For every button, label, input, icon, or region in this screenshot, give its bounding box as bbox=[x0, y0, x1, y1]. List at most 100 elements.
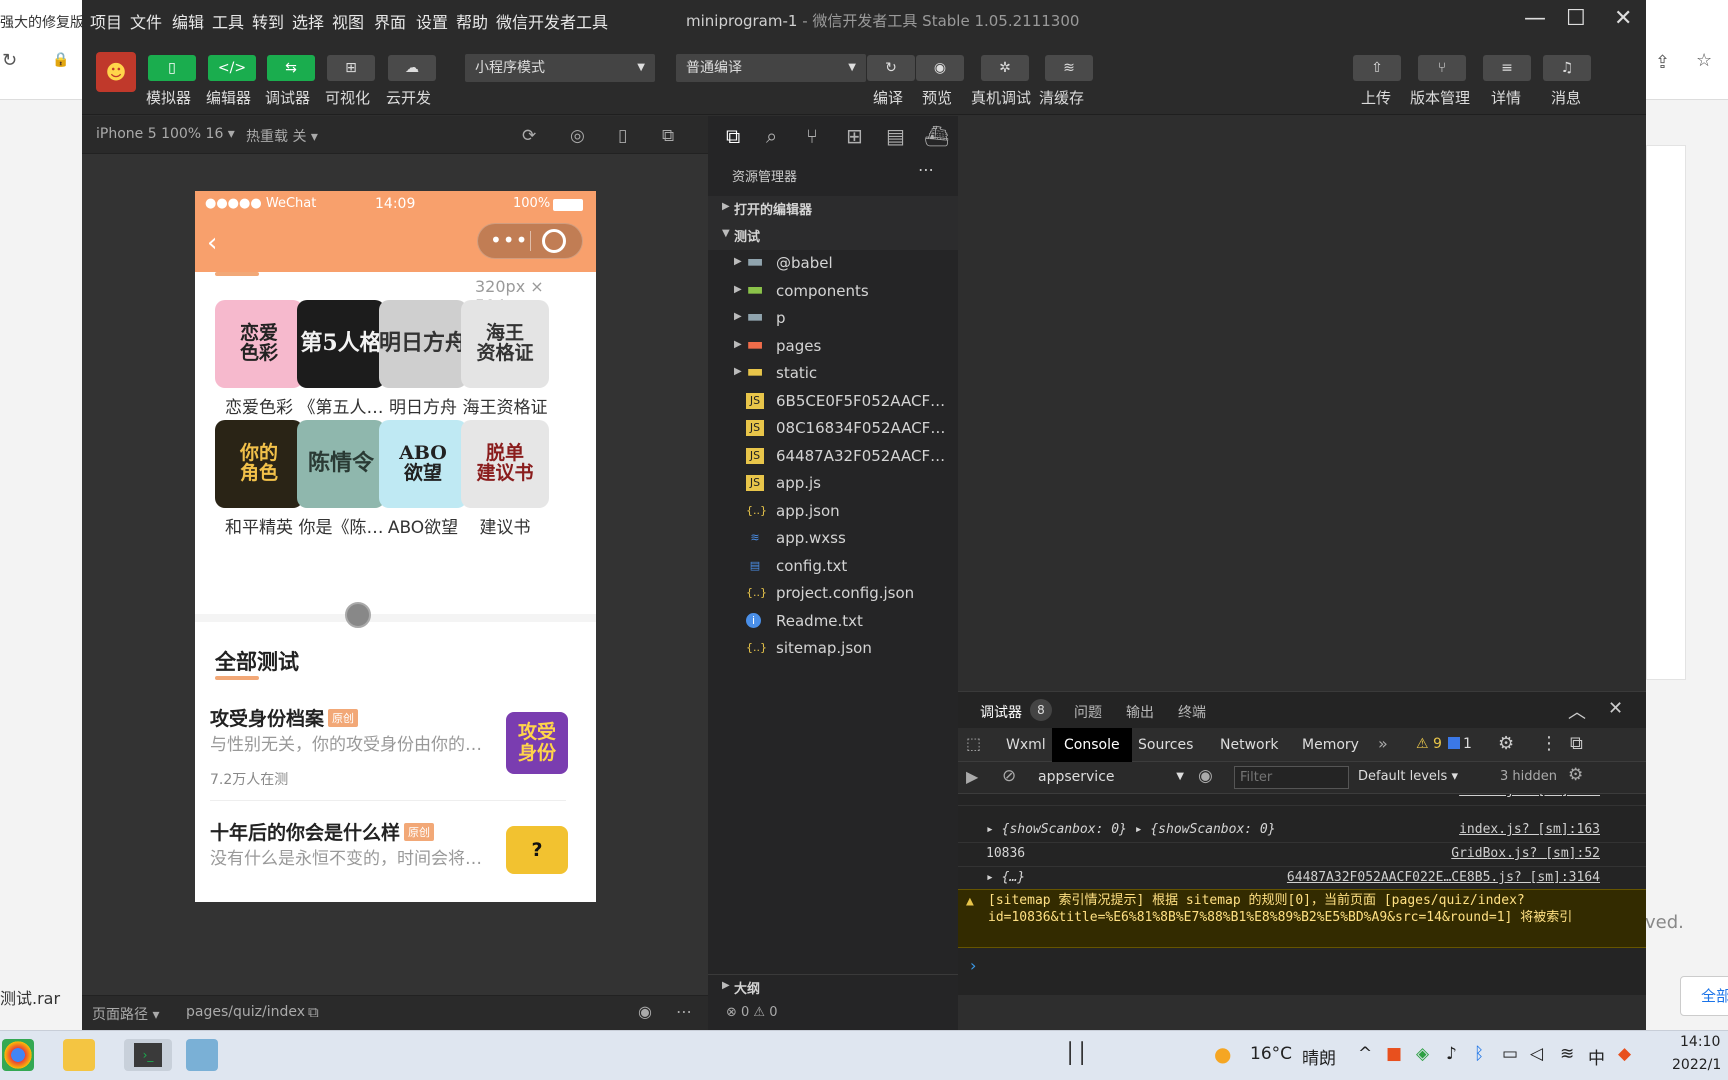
hot-reload-toggle[interactable]: 热重载 关 ▾ bbox=[246, 126, 318, 146]
ime-icon[interactable]: ■ bbox=[1386, 1044, 1402, 1064]
search-icon[interactable]: ⌕ bbox=[766, 124, 777, 148]
phone-button[interactable]: ▯ bbox=[148, 55, 196, 81]
tab-terminal[interactable]: 终端 bbox=[1178, 702, 1206, 722]
battery-icon[interactable]: ▭ bbox=[1502, 1044, 1518, 1064]
open-editors-section[interactable]: ▶ 打开的编辑器 bbox=[708, 196, 958, 223]
file-item[interactable]: {..} project.config.json bbox=[708, 581, 958, 608]
maximize-button[interactable]: ☐ bbox=[1566, 6, 1586, 31]
gear-icon[interactable]: ⚙ bbox=[1568, 765, 1583, 785]
file-item[interactable]: {..} app.json bbox=[708, 499, 958, 526]
warning-count[interactable]: ⚠ 9 bbox=[1416, 736, 1442, 752]
file-item[interactable]: JS 08C16834F052AACF6E... bbox=[708, 416, 958, 443]
more-icon[interactable]: ⋯ bbox=[676, 1002, 692, 1021]
download-file-name[interactable]: 测试.rar bbox=[0, 985, 60, 1009]
minimize-button[interactable]: — bbox=[1524, 6, 1546, 31]
grid-item[interactable]: 你的 角色 和平精英 bbox=[215, 420, 303, 538]
menu-item[interactable]: 设置 bbox=[416, 9, 448, 33]
tab-console[interactable]: Console bbox=[1052, 728, 1132, 762]
copy-icon[interactable]: ⧉ bbox=[308, 1003, 319, 1021]
grid-item[interactable]: ABO 欲望 ABO欲望 bbox=[379, 420, 467, 538]
file-item[interactable]: i Readme.txt bbox=[708, 609, 958, 636]
menu-item[interactable]: 文件 bbox=[130, 9, 162, 33]
git-icon[interactable]: ⑂ bbox=[806, 124, 818, 148]
notepad-icon[interactable] bbox=[186, 1039, 218, 1071]
bug-button[interactable]: ✲ bbox=[981, 55, 1029, 81]
clear-console-icon[interactable]: ⊘ bbox=[1002, 766, 1016, 786]
menu-item[interactable]: 转到 bbox=[252, 9, 284, 33]
eye-icon[interactable]: ◉ bbox=[1198, 766, 1213, 786]
kebab-icon[interactable]: ⋮ bbox=[1540, 733, 1558, 754]
more-icon[interactable]: ••• bbox=[490, 228, 528, 252]
outline-section[interactable]: ▶ 大纲 bbox=[708, 974, 958, 1001]
eye-button[interactable]: ◉ bbox=[916, 55, 964, 81]
list-button[interactable]: ≡ bbox=[1483, 55, 1531, 81]
popout-icon[interactable]: ⧉ bbox=[662, 126, 674, 146]
sidebar-toggle-icon[interactable]: ▶ bbox=[966, 767, 978, 786]
more-icon[interactable]: ⋯ bbox=[918, 160, 934, 179]
folder-item[interactable]: ▶ ▬ p bbox=[708, 306, 958, 333]
files-icon[interactable]: ⧉ bbox=[726, 124, 740, 148]
page-path-label[interactable]: 页面路径 ▾ bbox=[92, 1004, 159, 1024]
console-line[interactable]: 10836 GridBox.js? [sm]:52 bbox=[958, 842, 1646, 867]
chrome-icon[interactable] bbox=[2, 1039, 34, 1071]
menu-item[interactable]: 界面 bbox=[374, 9, 406, 33]
extensions-icon[interactable]: ⊞ bbox=[846, 124, 863, 148]
tab-debugger[interactable]: 调试器 bbox=[980, 702, 1022, 722]
dock-icon[interactable]: ⧉ bbox=[1570, 733, 1583, 754]
tab-memory[interactable]: Memory bbox=[1302, 728, 1359, 762]
record-icon[interactable]: ◎ bbox=[570, 126, 585, 146]
folder-item[interactable]: ▶ ▬ @babel bbox=[708, 251, 958, 278]
console-line[interactable]: ▸ {…} 64487A32F052AACF022E…CE8B5.js? [sm]… bbox=[958, 866, 1646, 891]
input-method-icon[interactable]: 中 bbox=[1588, 1044, 1605, 1069]
visual-button[interactable]: ⊞ bbox=[327, 55, 375, 81]
debug-button[interactable]: ⇆ bbox=[267, 55, 315, 81]
close-mini-icon[interactable] bbox=[542, 229, 566, 253]
console-line[interactable]: null index.js? [sm]:161 bbox=[958, 794, 1646, 806]
branch-button[interactable]: ⑂ bbox=[1418, 55, 1466, 81]
avatar[interactable]: ☻ bbox=[96, 52, 136, 92]
rotate-icon[interactable]: ⟳ bbox=[522, 126, 536, 146]
menu-item[interactable]: 工具 bbox=[212, 9, 244, 33]
file-explorer-icon[interactable] bbox=[63, 1039, 95, 1071]
chevron-up-icon[interactable]: ︿ bbox=[1568, 698, 1586, 724]
wechat-devtools-icon[interactable]: ›_ bbox=[124, 1039, 172, 1071]
console-source-link[interactable]: 64487A32F052AACF022E…CE8B5.js? [sm]:3164 bbox=[1287, 870, 1600, 885]
eye-icon[interactable]: ◉ bbox=[638, 1002, 652, 1021]
browser-tab-title[interactable]: 强大的修复版 bbox=[0, 12, 82, 32]
inspect-icon[interactable]: ⬚ bbox=[966, 734, 981, 753]
weather-desc[interactable]: 晴朗 bbox=[1302, 1044, 1336, 1069]
quiz-title[interactable]: 攻受身份档案 原创 bbox=[210, 704, 359, 731]
storage-icon[interactable]: ▤ bbox=[886, 124, 905, 148]
wifi-icon[interactable]: ≋ bbox=[1560, 1044, 1574, 1064]
app-tray-icon[interactable]: ◆ bbox=[1618, 1044, 1631, 1064]
cloud-button[interactable]: ☁ bbox=[388, 55, 436, 81]
menu-item[interactable]: 项目 bbox=[90, 9, 122, 33]
docker-icon[interactable]: ⛴ bbox=[924, 124, 949, 148]
folder-item[interactable]: ▶ ▬ static bbox=[708, 361, 958, 388]
star-icon[interactable]: ☆ bbox=[1696, 50, 1712, 71]
folder-item[interactable]: ▶ ▬ components bbox=[708, 279, 958, 306]
grid-item[interactable]: 恋爱 色彩 恋爱色彩 bbox=[215, 300, 303, 418]
file-item[interactable]: ▤ config.txt bbox=[708, 554, 958, 581]
security-icon[interactable]: ◈ bbox=[1416, 1044, 1429, 1064]
console-source-link[interactable]: GridBox.js? [sm]:52 bbox=[1451, 846, 1600, 861]
file-item[interactable]: JS app.js bbox=[708, 471, 958, 498]
menu-item[interactable]: 选择 bbox=[292, 9, 324, 33]
gear-icon[interactable]: ⚙ bbox=[1498, 733, 1514, 754]
clock-time[interactable]: 14:10 bbox=[1680, 1034, 1720, 1050]
menu-item[interactable]: 视图 bbox=[332, 9, 364, 33]
mode-select[interactable]: 小程序模式 ▼ bbox=[465, 54, 655, 82]
filter-input[interactable] bbox=[1234, 766, 1349, 789]
chevron-up-icon[interactable]: ^ bbox=[1358, 1044, 1372, 1064]
grid-item[interactable]: 脱单 建议书 建议书 bbox=[461, 420, 549, 538]
share-icon[interactable]: ⇪ bbox=[1655, 52, 1670, 73]
grid-item[interactable]: 陈情令 你是《陈… bbox=[297, 420, 385, 538]
quiz-thumbnail[interactable]: ? bbox=[506, 826, 568, 874]
file-item[interactable]: {..} sitemap.json bbox=[708, 636, 958, 663]
layers-button[interactable]: ≋ bbox=[1045, 55, 1093, 81]
compile-select[interactable]: 普通编译 ▼ bbox=[676, 54, 866, 82]
tab-wxml[interactable]: Wxml bbox=[1006, 728, 1046, 762]
menu-item[interactable]: 微信开发者工具 bbox=[496, 9, 608, 33]
weather-temp[interactable]: 16°C bbox=[1250, 1044, 1292, 1064]
grid-item[interactable]: 海王 资格证 海王资格证 bbox=[461, 300, 549, 418]
